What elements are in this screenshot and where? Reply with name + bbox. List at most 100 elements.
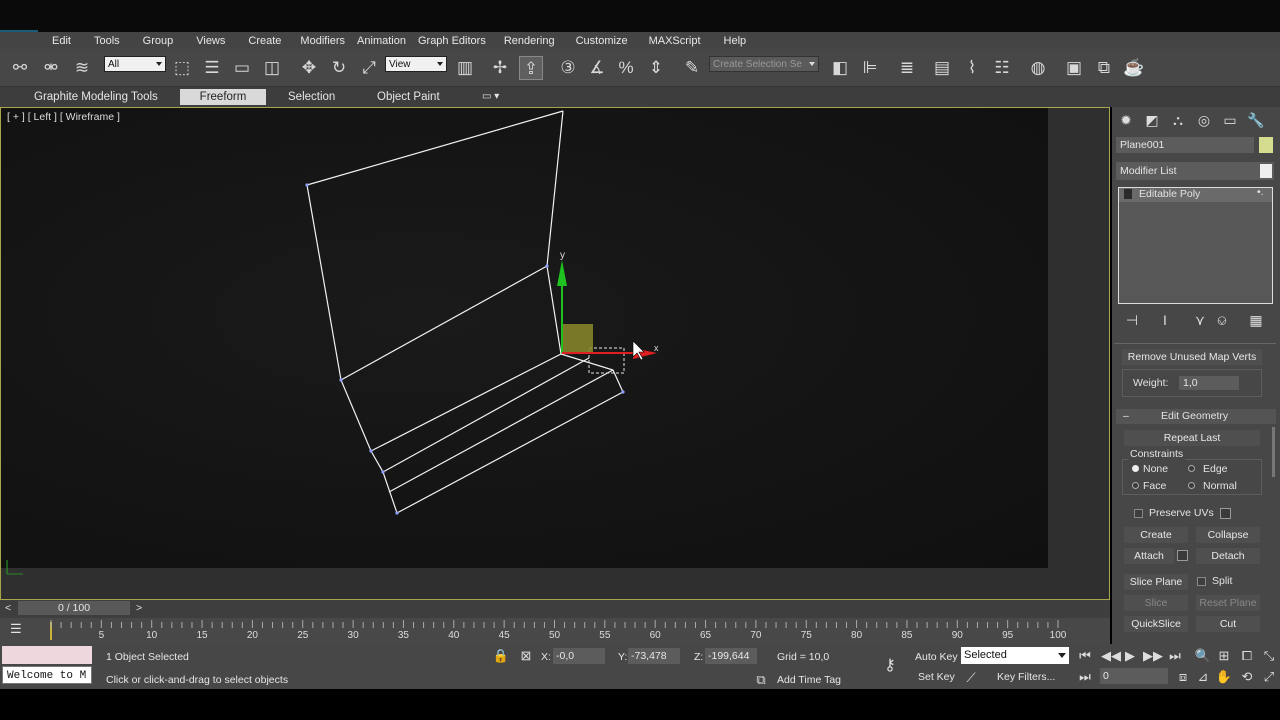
mesh-edge[interactable] <box>396 391 624 514</box>
bind-space-warp-icon[interactable]: ≋ <box>70 56 94 80</box>
zoom-extents-all-icon[interactable]: ⤡ <box>1260 647 1278 665</box>
pivot-center-icon[interactable]: ▥ <box>453 56 477 80</box>
slice-plane-button[interactable]: Slice Plane <box>1124 574 1188 590</box>
graphite-toggle-icon[interactable]: ▤ <box>930 56 954 80</box>
z-coord-field[interactable]: -199,644 <box>705 648 757 664</box>
select-manipulate-icon[interactable]: ✢ <box>488 56 512 80</box>
time-prev-icon[interactable]: < <box>5 602 11 614</box>
spinner-snap-icon[interactable]: ⇕ <box>644 56 668 80</box>
play-icon[interactable]: ▶ <box>1121 647 1139 665</box>
vertex[interactable] <box>381 470 385 474</box>
cut-button[interactable]: Cut <box>1196 616 1260 632</box>
zoom-icon[interactable]: 🔍 <box>1194 647 1212 665</box>
vertex[interactable] <box>339 378 343 382</box>
display-panel-icon[interactable]: ▭ <box>1220 110 1240 130</box>
stack-options-icon[interactable]: •. <box>1257 186 1264 198</box>
create-panel-icon[interactable]: ✹ <box>1116 110 1136 130</box>
select-by-name-icon[interactable]: ☰ <box>200 56 224 80</box>
menu-views[interactable]: Views <box>196 35 225 47</box>
menu-maxscript[interactable]: MAXScript <box>649 35 701 47</box>
vertex[interactable] <box>395 511 399 515</box>
configure-modifier-sets-icon[interactable]: ▦ <box>1246 310 1266 330</box>
maximize-viewport-icon[interactable]: ⤢ <box>1260 668 1278 686</box>
window-crossing-icon[interactable]: ◫ <box>260 56 284 80</box>
remove-modifier-icon[interactable]: ⎉ <box>1212 310 1232 330</box>
constraint-edge-radio[interactable] <box>1188 465 1195 472</box>
curve-editor-icon[interactable]: ⌇ <box>960 56 984 80</box>
menu-create[interactable]: Create <box>248 35 281 47</box>
gizmo-plane-handle[interactable] <box>562 324 593 353</box>
panel-scrollbar[interactable] <box>1272 427 1275 477</box>
absolute-mode-icon[interactable]: ⊠ <box>517 647 535 665</box>
angle-snap-icon[interactable]: ∡ <box>585 56 609 80</box>
time-next-icon[interactable]: > <box>136 602 142 614</box>
constraint-normal-radio[interactable] <box>1188 482 1195 489</box>
go-to-start-icon[interactable]: ⏮ <box>1076 647 1094 665</box>
menu-modifiers[interactable]: Modifiers <box>300 35 345 47</box>
mesh-edge[interactable] <box>546 110 564 355</box>
trackbar[interactable]: ☰ 5 10 15 20 25 30 35 40 45 50 55 60 65 70 75 80 85 90 95 1… <box>0 618 1110 644</box>
split-checkbox[interactable] <box>1197 577 1206 586</box>
vertex[interactable] <box>369 449 373 453</box>
tab-selection[interactable]: Selection <box>280 89 343 105</box>
quickslice-button[interactable]: QuickSlice <box>1124 616 1188 632</box>
preserve-uvs-checkbox[interactable] <box>1134 509 1143 518</box>
mesh-edge[interactable] <box>388 369 614 493</box>
time-slider-handle[interactable]: 0 / 100 <box>18 601 130 615</box>
material-editor-icon[interactable]: ◍ <box>1026 56 1050 80</box>
wireframe-mesh[interactable]: y x <box>1 108 1109 599</box>
menu-tools[interactable]: Tools <box>94 35 120 47</box>
next-frame-icon[interactable]: ▶▶ <box>1143 647 1163 665</box>
align-icon[interactable]: ⊫ <box>858 56 882 80</box>
schematic-view-icon[interactable]: ☷ <box>990 56 1014 80</box>
menu-edit[interactable]: Edit <box>52 35 71 47</box>
auto-key-button[interactable]: Auto Key <box>915 651 958 663</box>
create-button[interactable]: Create <box>1124 527 1188 543</box>
menu-graph-editors[interactable]: Graph Editors <box>418 35 486 47</box>
menu-help[interactable]: Help <box>724 35 747 47</box>
select-object-icon[interactable]: ⬚ <box>170 56 194 80</box>
edit-geometry-rollout-header[interactable]: – Edit Geometry <box>1116 409 1276 424</box>
percent-snap-icon[interactable]: % <box>614 56 638 80</box>
key-mode-dropdown[interactable]: Selected <box>961 647 1069 664</box>
selection-filter-dropdown[interactable]: All <box>104 56 166 72</box>
menu-customize[interactable]: Customize <box>576 35 628 47</box>
key-tangent-icon[interactable]: ⟋ <box>962 669 980 687</box>
select-link-icon[interactable]: ⚯ <box>8 56 32 80</box>
stack-expand-icon[interactable] <box>1124 189 1132 199</box>
unlink-icon[interactable]: ⚮ <box>39 56 63 80</box>
attach-list-icon[interactable] <box>1177 550 1188 561</box>
snaps-toggle-icon[interactable]: ③ <box>556 56 580 80</box>
reset-plane-button[interactable]: Reset Plane <box>1196 595 1260 611</box>
set-key-icon[interactable]: ⚷ <box>878 657 902 675</box>
gizmo-y-arrow[interactable] <box>557 260 567 286</box>
tab-freeform[interactable]: Freeform <box>180 89 266 105</box>
layer-manager-icon[interactable]: ≣ <box>895 56 919 80</box>
constraint-face-radio[interactable] <box>1132 482 1139 489</box>
tab-object-paint[interactable]: Object Paint <box>369 89 448 105</box>
zoom-all-icon[interactable]: ⊞ <box>1215 647 1233 665</box>
rotate-icon[interactable]: ↻ <box>327 56 351 80</box>
field-of-view-icon[interactable]: ⊿ <box>1194 668 1212 686</box>
menu-rendering[interactable]: Rendering <box>504 35 555 47</box>
repeat-last-button[interactable]: Repeat Last <box>1124 430 1260 446</box>
slice-button[interactable]: Slice <box>1124 595 1188 611</box>
object-color-swatch[interactable] <box>1259 137 1273 153</box>
render-setup-icon[interactable]: ▣ <box>1062 56 1086 80</box>
rendered-frame-window-icon[interactable]: ⧉ <box>1092 56 1116 80</box>
menu-group[interactable]: Group <box>143 35 174 47</box>
pan-view-icon[interactable]: ✋ <box>1215 668 1233 686</box>
show-end-result-icon[interactable]: I <box>1155 310 1175 330</box>
reference-coord-dropdown[interactable]: View <box>385 56 447 72</box>
move-icon[interactable]: ✥ <box>297 56 321 80</box>
orbit-icon[interactable]: ⟲ <box>1238 668 1256 686</box>
mesh-edge[interactable] <box>382 357 590 473</box>
modify-panel-icon[interactable]: ◩ <box>1142 110 1162 130</box>
viewport-left[interactable]: y x [ + ] [ Left ] [ Wireframe ] <box>0 107 1110 600</box>
tab-graphite-modeling-tools[interactable]: Graphite Modeling Tools <box>26 89 166 105</box>
key-filters-button[interactable]: Key Filters... <box>997 671 1055 683</box>
utilities-panel-icon[interactable]: 🔧 <box>1246 110 1266 130</box>
menu-animation[interactable]: Animation <box>357 35 406 47</box>
previous-frame-icon[interactable]: ◀◀ <box>1101 647 1121 665</box>
key-mode-toggle-icon[interactable]: ⏭ <box>1076 668 1094 686</box>
